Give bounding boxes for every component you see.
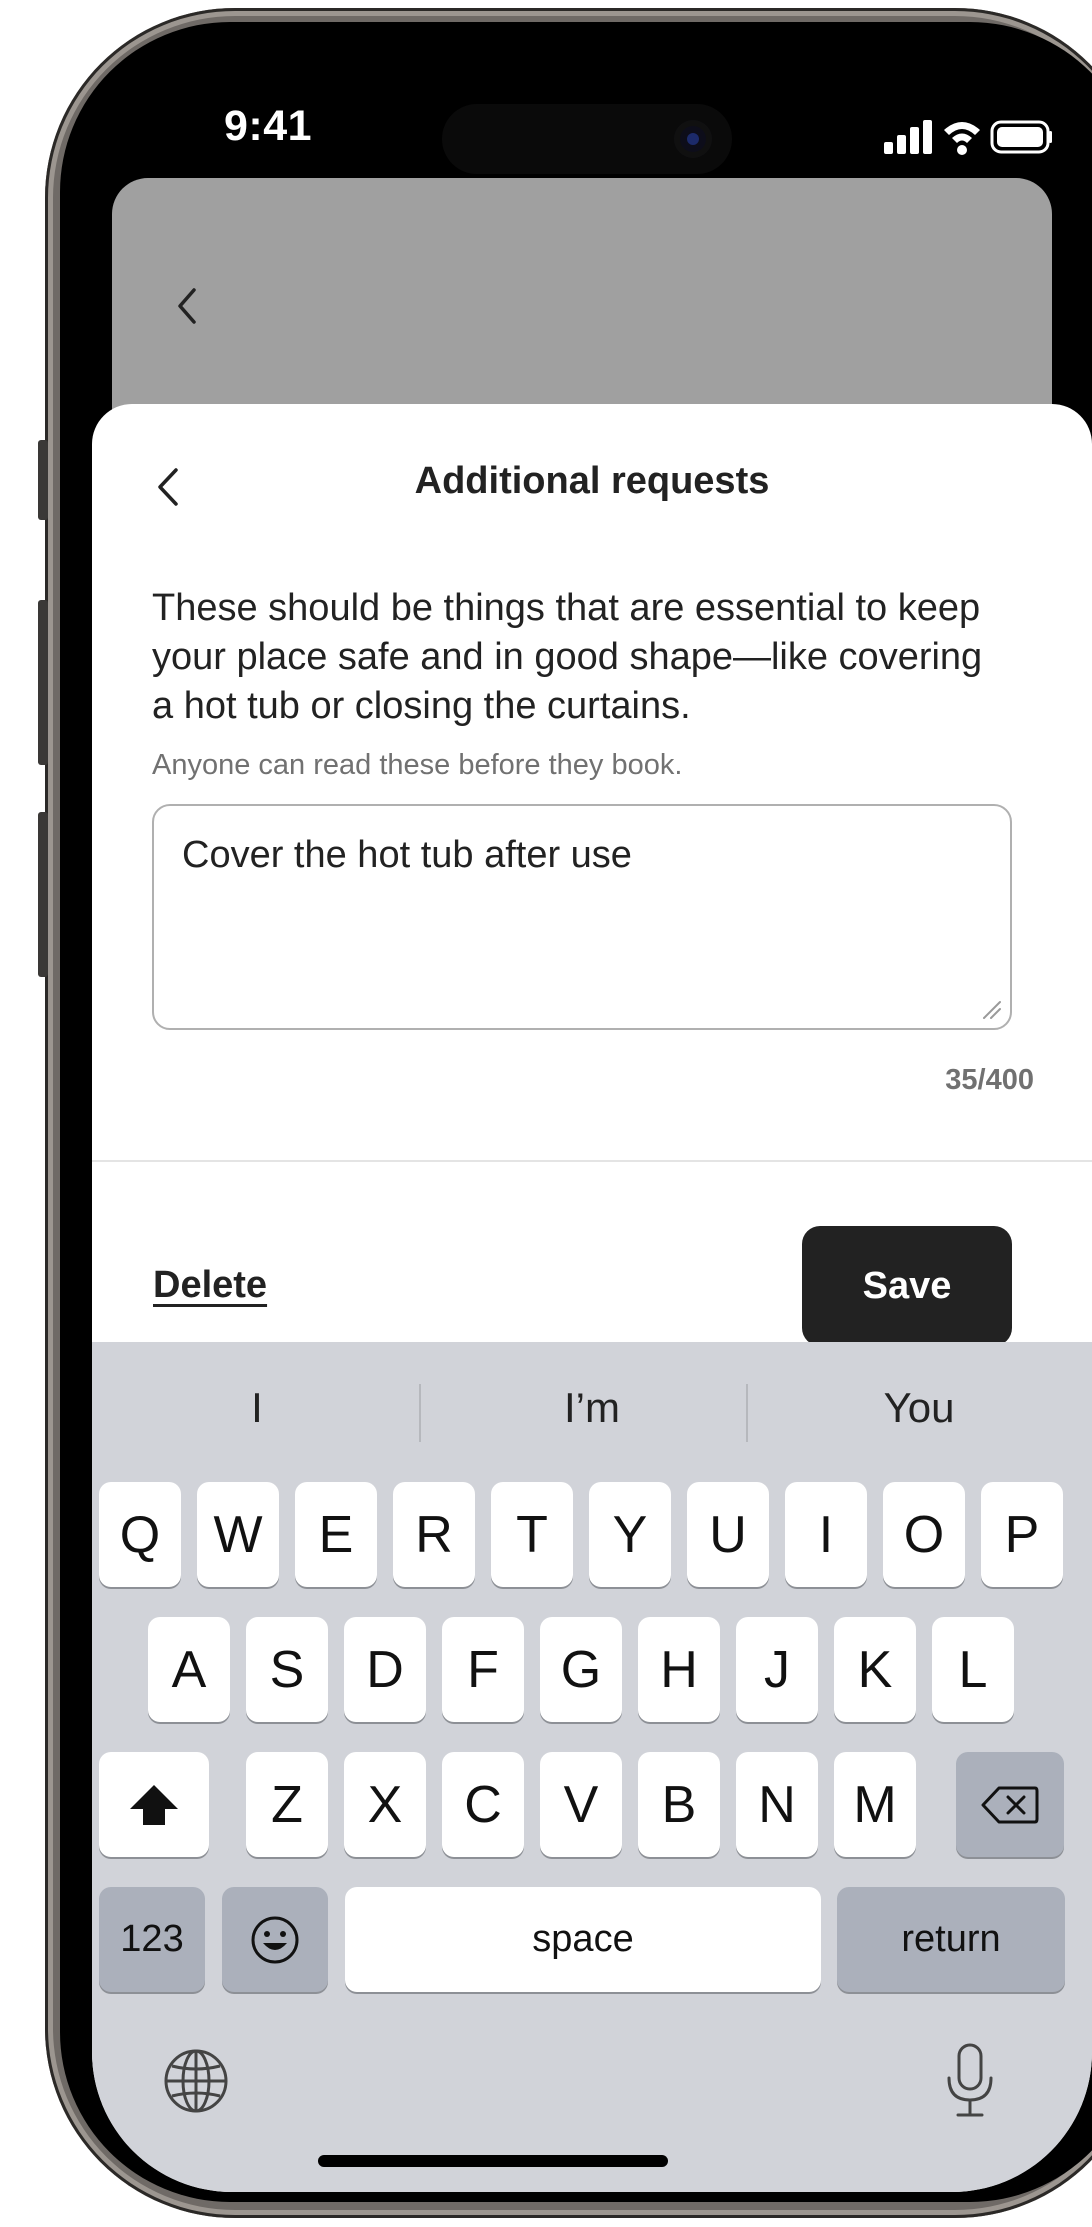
status-icons [884, 120, 1052, 155]
key-c[interactable]: C [442, 1752, 524, 1857]
key-v[interactable]: V [540, 1752, 622, 1857]
suggestion-3[interactable]: You [754, 1372, 1084, 1444]
key-y[interactable]: Y [589, 1482, 671, 1587]
character-count: 35/400 [945, 1064, 1034, 1096]
key-x[interactable]: X [344, 1752, 426, 1857]
requests-textarea[interactable]: Cover the hot tub after use [152, 804, 1012, 1030]
key-e[interactable]: E [295, 1482, 377, 1587]
key-n[interactable]: N [736, 1752, 818, 1857]
key-k[interactable]: K [834, 1617, 916, 1722]
mute-switch [38, 440, 48, 520]
key-u[interactable]: U [687, 1482, 769, 1587]
keyboard: I I’m You Q W E R T Y U I O P A S D F G … [92, 1342, 1092, 2192]
key-a[interactable]: A [148, 1617, 230, 1722]
key-w[interactable]: W [197, 1482, 279, 1587]
wifi-icon [944, 122, 980, 155]
suggestion-divider [419, 1384, 421, 1442]
suggestion-2[interactable]: I’m [427, 1372, 757, 1444]
backspace-key[interactable] [956, 1752, 1064, 1857]
back-chevron-icon[interactable] [172, 286, 202, 326]
key-j[interactable]: J [736, 1617, 818, 1722]
key-b[interactable]: B [638, 1752, 720, 1857]
battery-icon [990, 120, 1052, 154]
status-time: 9:41 [224, 102, 313, 150]
key-o[interactable]: O [883, 1482, 965, 1587]
key-g[interactable]: G [540, 1617, 622, 1722]
description-text: These should be things that are essentia… [152, 587, 983, 727]
space-key[interactable]: space [345, 1887, 821, 1992]
signal-icon [884, 120, 932, 154]
divider [92, 1160, 1092, 1162]
textarea-value: Cover the hot tub after use [182, 834, 632, 876]
volume-down-button [38, 812, 48, 977]
return-key[interactable]: return [837, 1887, 1065, 1992]
hint-text: Anyone can read these before they book. [152, 749, 683, 781]
front-camera [674, 120, 712, 158]
key-p[interactable]: P [981, 1482, 1063, 1587]
delete-button[interactable]: Delete [153, 1264, 267, 1307]
key-i[interactable]: I [785, 1482, 867, 1587]
key-f[interactable]: F [442, 1617, 524, 1722]
key-h[interactable]: H [638, 1617, 720, 1722]
suggestion-bar: I I’m You [92, 1372, 1092, 1444]
phone-screen: 9:41 Additional requests These should be… [92, 52, 1092, 2192]
microphone-icon[interactable] [942, 2042, 998, 2120]
numbers-key[interactable]: 123 [99, 1887, 205, 1992]
resize-handle-icon[interactable] [978, 996, 1002, 1020]
suggestion-1[interactable]: I [92, 1372, 422, 1444]
key-l[interactable]: L [932, 1617, 1014, 1722]
page-title: Additional requests [414, 460, 770, 502]
save-button[interactable]: Save [802, 1226, 1012, 1346]
emoji-icon [251, 1916, 299, 1963]
key-t[interactable]: T [491, 1482, 573, 1587]
suggestion-divider [746, 1384, 748, 1442]
key-z[interactable]: Z [246, 1752, 328, 1857]
shift-key[interactable] [99, 1752, 209, 1857]
backspace-icon [981, 1786, 1039, 1823]
key-s[interactable]: S [246, 1617, 328, 1722]
key-d[interactable]: D [344, 1617, 426, 1722]
shift-icon [130, 1784, 178, 1825]
emoji-key[interactable] [222, 1887, 328, 1992]
key-q[interactable]: Q [99, 1482, 181, 1587]
volume-up-button [38, 600, 48, 765]
globe-icon[interactable] [162, 2047, 230, 2115]
key-m[interactable]: M [834, 1752, 916, 1857]
key-r[interactable]: R [393, 1482, 475, 1587]
home-indicator [318, 2155, 668, 2167]
